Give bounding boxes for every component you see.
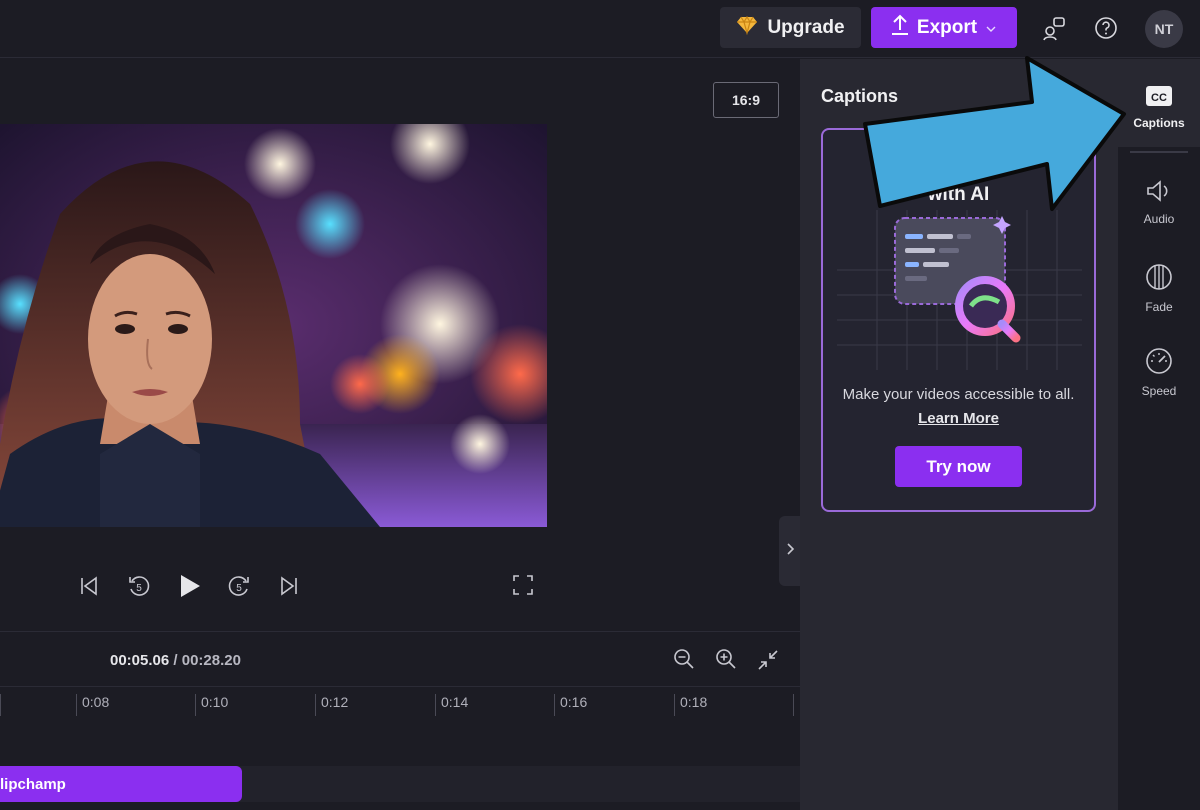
sidebar-item-label: Speed [1141,384,1177,398]
annotation-arrow-icon [862,52,1132,212]
ruler-tick: 0:10 [195,694,228,716]
preview-area: 16:9 5 5 [0,59,801,631]
total-time: 00:28.20 [181,652,241,669]
learn-more-link[interactable]: Learn More [823,410,1094,427]
ruler-tick: 0:18 [674,694,707,716]
timeline: 00:05.06 / 00:28.20 0:08 0:10 0:12 0:14 … [0,631,800,810]
clipchamp-editor: Upgrade Export NT 16:9 5 5 00:05.06 / 00… [0,0,1200,810]
video-preview[interactable] [0,124,547,527]
ruler-tick [793,694,799,716]
top-bar: Upgrade Export NT [0,0,1200,58]
speedometer-icon [1145,347,1173,378]
ruler-tick: 0:16 [554,694,587,716]
fullscreen-icon[interactable] [511,573,535,597]
timeline-clip[interactable]: lipchamp [0,766,242,802]
sidebar-item-fade[interactable]: Fade [1118,263,1200,314]
sidebar-item-label: Captions [1133,116,1185,130]
feedback-icon[interactable] [1038,12,1070,44]
svg-text:5: 5 [136,583,142,594]
fade-icon [1145,263,1173,294]
sidebar-divider [1130,151,1188,153]
forward-5-icon[interactable]: 5 [226,573,252,599]
ruler-tick: 0:14 [435,694,468,716]
ruler-tick: 0:08 [76,694,109,716]
upgrade-button[interactable]: Upgrade [720,7,861,48]
export-button[interactable]: Export [871,7,1017,48]
diamond-icon [736,15,758,41]
collapse-panel-button[interactable] [779,516,801,586]
skip-to-end-icon[interactable] [276,573,302,599]
zoom-out-icon[interactable] [673,648,697,672]
ruler-tick [0,694,6,716]
help-icon[interactable] [1090,12,1122,44]
fit-timeline-icon[interactable] [756,648,780,672]
cc-icon: CC [1145,85,1173,110]
speaker-icon [1145,179,1173,206]
skip-to-start-icon[interactable] [76,573,102,599]
sidebar-item-label: Fade [1145,300,1173,314]
avatar[interactable]: NT [1145,10,1183,48]
current-time: 00:05.06 [110,652,170,669]
time-separator: / [169,652,182,669]
svg-text:CC: CC [1151,92,1167,104]
upgrade-label: Upgrade [767,16,845,38]
sidebar-item-speed[interactable]: Speed [1118,347,1200,398]
playback-controls: 5 5 [76,569,302,603]
zoom-in-icon[interactable] [715,648,739,672]
sidebar-item-label: Audio [1143,212,1175,226]
ruler-tick: 0:12 [315,694,348,716]
chevron-right-icon [785,542,795,561]
captions-illustration-icon [837,210,1082,370]
chevron-down-icon [985,17,997,39]
rewind-5-icon[interactable]: 5 [126,573,152,599]
aspect-ratio-button[interactable]: 16:9 [713,82,779,118]
upload-icon [891,14,909,42]
time-readout: 00:05.06 / 00:28.20 [110,652,241,669]
export-label: Export [916,16,978,38]
svg-text:5: 5 [236,583,242,594]
try-now-button[interactable]: Try now [895,446,1022,487]
card-description: Make your videos accessible to all. [842,386,1075,403]
timeline-ruler[interactable]: 0:08 0:10 0:12 0:14 0:16 0:18 [0,686,800,716]
play-icon[interactable] [176,573,202,599]
